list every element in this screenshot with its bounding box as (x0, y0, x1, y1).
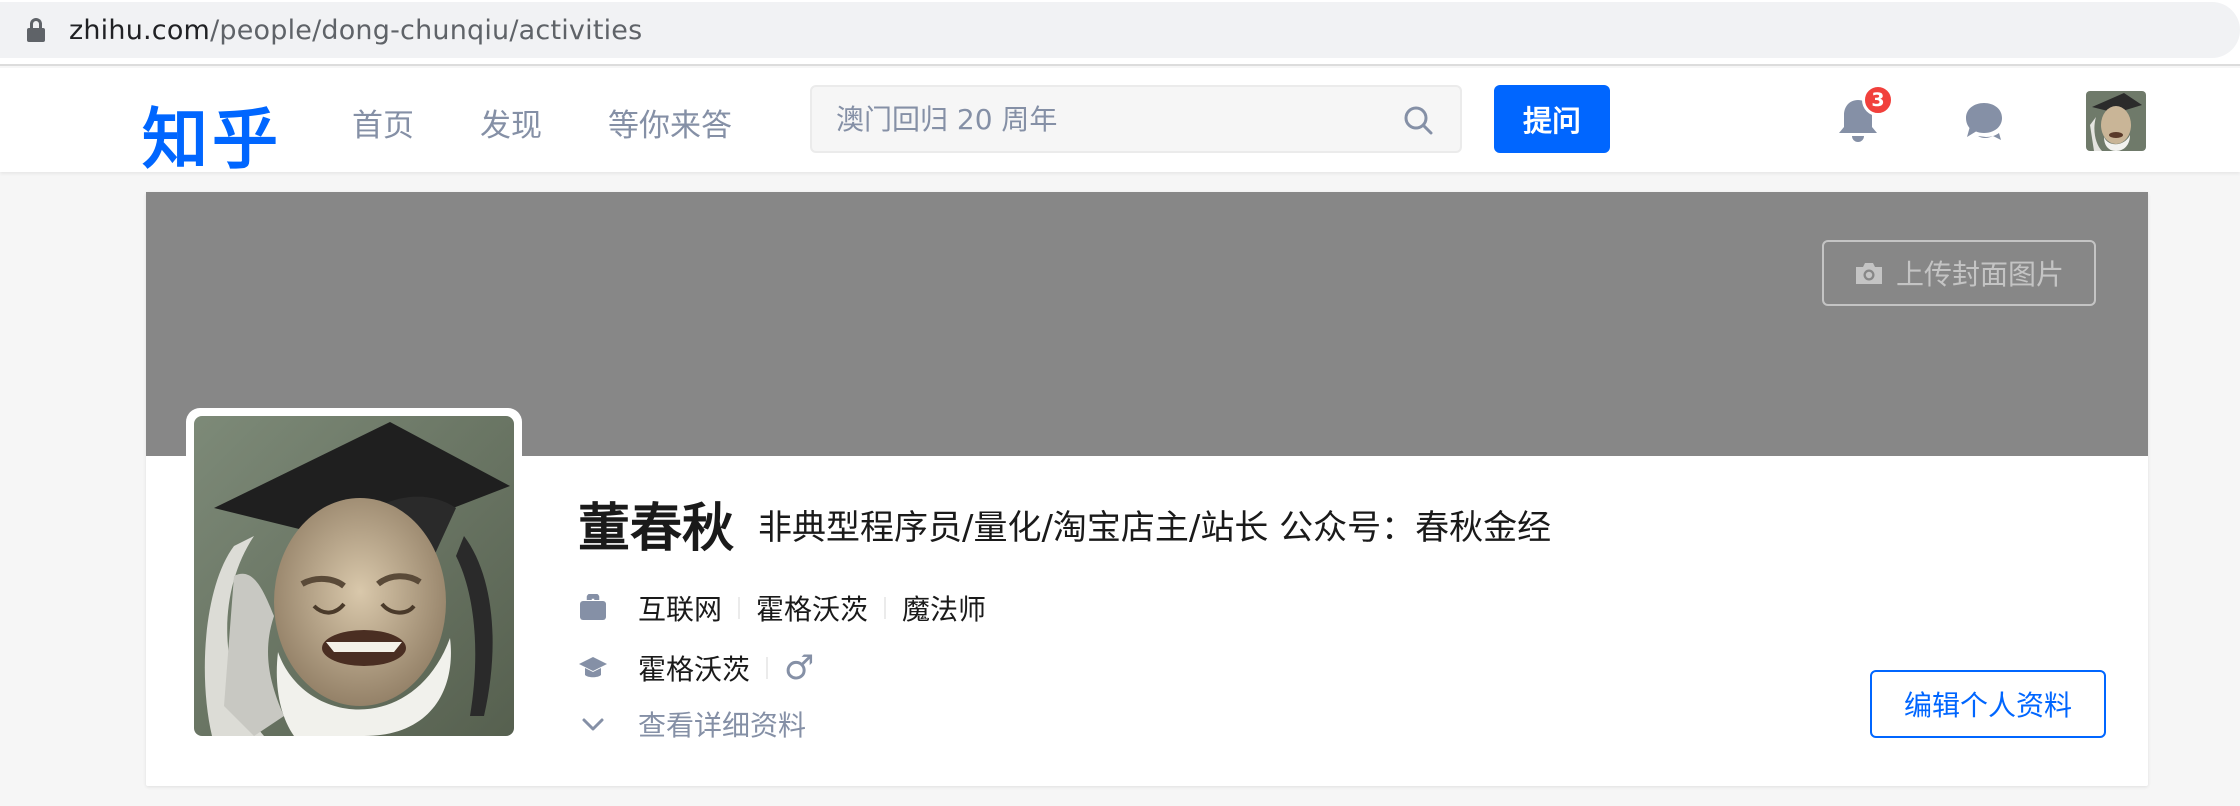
view-details-link[interactable]: 查看详细资料 (578, 704, 806, 744)
zhihu-logo[interactable]: 知乎 (142, 86, 282, 182)
search-box (810, 85, 1462, 153)
profile-name: 董春秋 (578, 499, 735, 559)
male-gender-icon: ♂ (784, 648, 815, 688)
graduation-cap-icon (579, 657, 607, 678)
messages-icon[interactable] (1962, 100, 2006, 142)
url-text[interactable]: zhihu.com/people/dong-chunqiu/activities (69, 15, 642, 46)
upload-cover-label: 上传封面图片 (1895, 259, 2064, 290)
site-header: 知乎 首页 发现 等你来答 提问 3 (0, 68, 2240, 178)
nav-discover[interactable]: 发现 (480, 100, 542, 145)
work-position: 魔法师 (902, 593, 987, 626)
work-company: 霍格沃茨 (756, 593, 869, 626)
work-industry: 互联网 (638, 593, 723, 626)
education-info-row: 霍格沃茨 ♂ (578, 648, 815, 688)
lock-icon (27, 18, 45, 42)
user-avatar[interactable] (2086, 91, 2146, 151)
nav-waiting-answers[interactable]: 等你来答 (608, 100, 732, 145)
browser-url-bar: zhihu.com/people/dong-chunqiu/activities (0, 0, 2240, 66)
address-field[interactable]: zhihu.com/people/dong-chunqiu/activities (0, 2, 2240, 58)
nav-home[interactable]: 首页 (352, 100, 414, 145)
url-path: /people/dong-chunqiu/activities (210, 14, 643, 46)
education-school: 霍格沃茨 (638, 653, 751, 686)
camera-icon (1855, 263, 1882, 284)
profile-headline: 非典型程序员/量化/淘宝店主/站长 公众号：春秋金经 (758, 508, 1552, 548)
ask-question-button[interactable]: 提问 (1494, 85, 1610, 153)
upload-cover-button[interactable]: 上传封面图片 (1822, 240, 2096, 306)
search-icon[interactable] (1402, 104, 1434, 136)
notification-badge: 3 (1862, 84, 1894, 116)
chevron-down-icon (582, 718, 604, 731)
search-input[interactable] (836, 102, 1376, 136)
divider (738, 597, 741, 619)
edit-profile-button[interactable]: 编辑个人资料 (1870, 670, 2106, 738)
avatar-image (2086, 91, 2146, 151)
url-host: zhihu.com (69, 14, 211, 46)
divider (766, 657, 769, 679)
profile-avatar-image (194, 416, 514, 736)
profile-card: 上传封面图片 董春秋 非典型程序员/量化/淘宝店主/站长 公众号：春秋金经 互联… (146, 192, 2148, 786)
briefcase-icon (580, 594, 606, 620)
profile-avatar[interactable] (186, 408, 522, 744)
work-info-row: 互联网 霍格沃茨 魔法师 (578, 588, 986, 628)
divider (884, 597, 887, 619)
view-details-label: 查看详细资料 (638, 709, 807, 742)
